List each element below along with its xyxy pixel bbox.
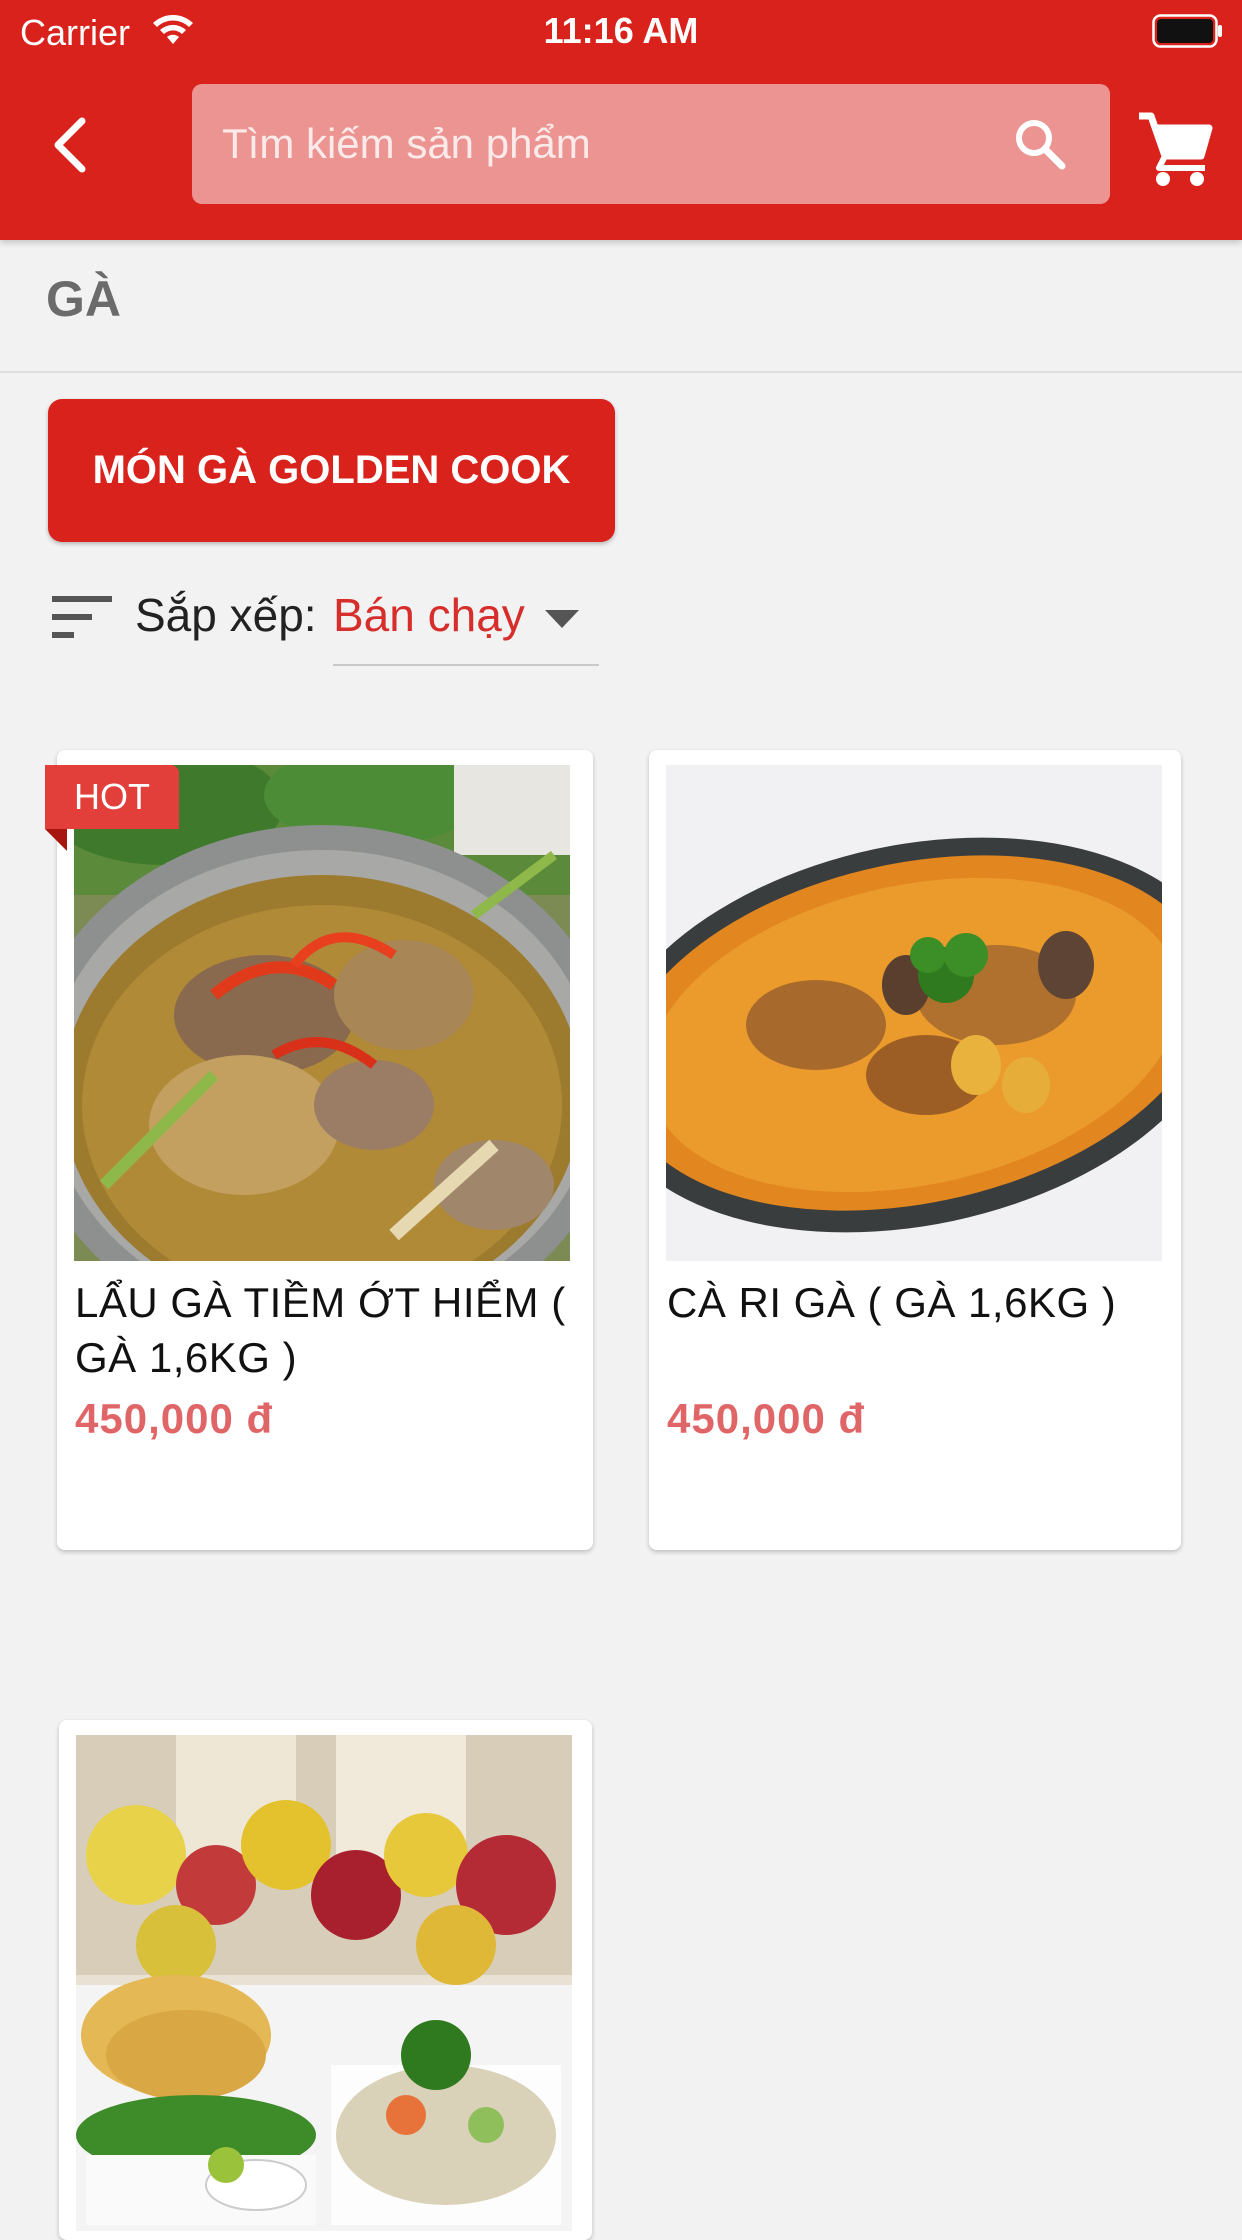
back-icon <box>54 117 86 173</box>
subcategory-chip[interactable]: MÓN GÀ GOLDEN COOK <box>48 399 615 542</box>
wifi-icon <box>153 15 193 44</box>
search-icon[interactable] <box>1010 114 1070 174</box>
product-title[interactable]: LẨU GÀ TIỀM ỚT HIỂM ( GÀ 1,6KG ) <box>75 1275 580 1385</box>
back-button[interactable] <box>30 105 110 185</box>
sort-dropdown[interactable]: Bán chạy <box>333 580 599 666</box>
search-box[interactable] <box>192 84 1110 204</box>
search-input[interactable] <box>222 84 982 204</box>
battery-icon <box>1152 14 1222 48</box>
sort-icon[interactable] <box>52 596 112 638</box>
divider <box>0 371 1242 373</box>
hot-badge-fold <box>45 829 67 851</box>
status-carrier: Carrier <box>20 12 131 53</box>
product-card[interactable]: CÀ RI GÀ ( GÀ 1,6KG ) 450,000 đ <box>649 750 1181 1550</box>
product-price: 450,000 đ <box>667 1395 866 1442</box>
sort-label: Sắp xếp: <box>135 589 317 641</box>
hot-badge: HOT <box>45 765 179 829</box>
chevron-down-icon[interactable] <box>545 610 579 630</box>
category-title: GÀ <box>46 271 121 327</box>
product-image-boiled-chicken-platter[interactable] <box>76 1735 572 2231</box>
product-card[interactable]: HOT LẨU GÀ TIỀM ỚT HIỂM ( GÀ 1,6KG ) 450… <box>45 750 593 1550</box>
product-image-chicken-curry[interactable] <box>666 765 1162 1261</box>
product-title[interactable]: CÀ RI GÀ ( GÀ 1,6KG ) <box>667 1275 1172 1330</box>
app-header: Carrier 11:16 AM <box>0 0 1242 240</box>
sort-value[interactable]: Bán chạy <box>333 588 525 642</box>
product-image-chicken-hotpot[interactable] <box>74 765 570 1261</box>
product-card[interactable] <box>59 1720 592 2240</box>
cart-icon[interactable] <box>1135 108 1215 188</box>
product-price: 450,000 đ <box>75 1395 274 1442</box>
